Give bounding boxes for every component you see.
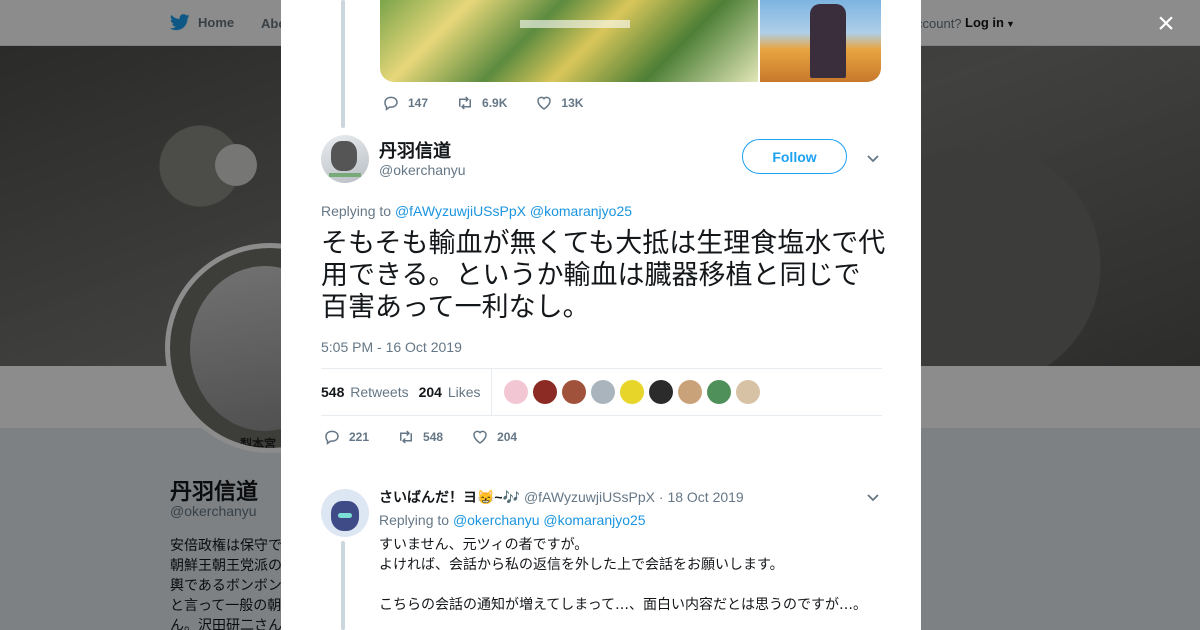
retweets-stat[interactable]: 548 Retweets	[321, 384, 409, 400]
retweet-icon	[400, 430, 413, 444]
reply-author-name[interactable]: さいばんだ！ヨ😸~🎶	[379, 489, 520, 505]
liker-avatar[interactable]	[619, 380, 644, 404]
replying-to-prefix: Replying to	[321, 203, 392, 219]
reply-separator: ·	[658, 489, 664, 505]
tweet-author-name[interactable]: 丹羽信道	[379, 137, 451, 163]
chevron-down-icon[interactable]	[865, 489, 881, 505]
reply-text-line	[379, 575, 889, 595]
replying-to-user-link[interactable]: @okerchanyu	[453, 512, 540, 528]
like-count: 13K	[561, 96, 584, 110]
chevron-down-icon[interactable]	[865, 150, 881, 166]
reply-count: 147	[408, 96, 429, 110]
retweet-button[interactable]: 548	[397, 428, 443, 446]
prev-tweet-actions: 147 6.9K 13K	[382, 94, 611, 112]
reply-author-avatar[interactable]	[321, 489, 369, 537]
replying-to-line: Replying to @fAWyzuwjiUSsPpX @komaranjyo…	[321, 203, 632, 219]
retweets-stat-count: 548	[321, 384, 345, 400]
replying-to-user-link[interactable]: @komaranjyo25	[530, 203, 632, 219]
replying-to-prefix: Replying to	[379, 512, 450, 528]
likes-stat-count: 204	[418, 384, 442, 400]
tweet-actions: 221 548 204	[323, 428, 545, 446]
tweet-stats-bar: 548 Retweets 204 Likes	[321, 368, 882, 416]
like-count: 204	[497, 430, 518, 444]
reply-text: すいません、元ツィの者ですが。 よければ、会話から私の返信を外した上で会話をお願…	[379, 535, 889, 615]
tweet-modal: 147 6.9K 13K 丹羽信道 @okerchanyu Follow Rep…	[281, 0, 921, 630]
reply-button[interactable]: 221	[323, 428, 369, 446]
liker-avatar[interactable]	[735, 380, 760, 404]
follow-button[interactable]: Follow	[742, 139, 847, 174]
liker-avatar[interactable]	[706, 380, 731, 404]
tweet-text: そもそも輸血が無くても大抵は生理食塩水で代用できる。というか輸血は臓器移植と同じ…	[321, 228, 886, 323]
retweet-count: 6.9K	[482, 96, 508, 110]
reply-text-line: よければ、会話から私の返信を外した上で会話をお願いします。	[379, 557, 784, 573]
close-icon[interactable]: ×	[1153, 9, 1179, 39]
retweet-icon	[459, 96, 472, 110]
reply-button[interactable]: 147	[382, 94, 428, 112]
heart-icon	[537, 96, 552, 110]
tweet-author-handle[interactable]: @okerchanyu	[379, 162, 466, 178]
thread-line-bottom	[341, 541, 345, 630]
reply-icon	[384, 96, 398, 111]
liker-avatar[interactable]	[532, 380, 557, 404]
tweet-author-avatar[interactable]	[321, 135, 369, 183]
liker-avatars	[503, 380, 760, 404]
stats-divider	[490, 369, 492, 415]
reply-header: さいばんだ！ヨ😸~🎶 @fAWyzuwjiUSsPpX · 18 Oct 201…	[379, 487, 744, 507]
likes-stat[interactable]: 204 Likes	[419, 384, 481, 400]
reply-replying-to-line: Replying to @okerchanyu @komaranjyo25	[379, 512, 646, 528]
liker-avatar[interactable]	[590, 380, 615, 404]
retweet-button[interactable]: 6.9K	[456, 94, 507, 112]
retweets-stat-label: Retweets	[350, 384, 409, 400]
reply-text-line: すいません、元ツィの者ですが。	[379, 537, 589, 553]
liker-avatar[interactable]	[561, 380, 586, 404]
replying-to-user-link[interactable]: @fAWyzuwjiUSsPpX	[395, 203, 526, 219]
likes-stat-label: Likes	[447, 384, 481, 400]
reply-text-line: こちらの会話の通知が増えてしまって…、面白い内容だとは思うのですが…。	[379, 597, 868, 613]
liker-avatar[interactable]	[648, 380, 673, 404]
retweet-count: 548	[423, 430, 444, 444]
liker-avatar[interactable]	[677, 380, 702, 404]
liker-avatar[interactable]	[503, 380, 528, 404]
reply-icon	[325, 430, 339, 445]
tweet-timestamp[interactable]: 5:05 PM - 16 Oct 2019	[321, 339, 462, 355]
tweet-media-image-1[interactable]	[380, 0, 758, 82]
like-button[interactable]: 204	[471, 428, 517, 446]
thread-line-top	[341, 0, 345, 128]
reply-date[interactable]: 18 Oct 2019	[667, 489, 743, 505]
replying-to-user-link[interactable]: @komaranjyo25	[543, 512, 645, 528]
reply-author-handle[interactable]: @fAWyzuwjiUSsPpX	[524, 489, 655, 505]
heart-icon	[473, 430, 487, 444]
reply-count: 221	[349, 430, 370, 444]
like-button[interactable]: 13K	[535, 94, 583, 112]
tweet-media-image-2[interactable]	[760, 0, 881, 82]
